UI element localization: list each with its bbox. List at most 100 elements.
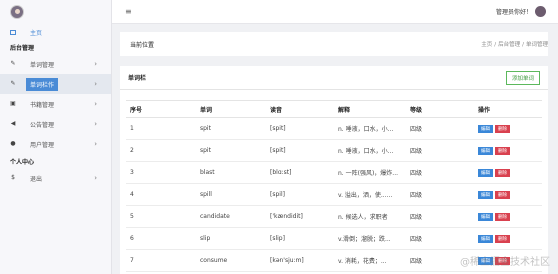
add-word-button[interactable]: 添加单词 (505, 71, 540, 85)
sidebar-item-label: 公告管理 (30, 121, 55, 129)
cell-word: candidate (196, 205, 266, 228)
edit-button[interactable]: 编辑 (478, 168, 493, 177)
book-icon: ▣ (10, 100, 16, 107)
sidebar-item-label: 单词管理 (30, 61, 55, 69)
sidebar-item-logout[interactable]: $ 退出 › (0, 168, 111, 188)
sidebar-item-book-manage[interactable]: ▣ 书籍管理 › (0, 94, 111, 114)
edit-button[interactable]: 编辑 (478, 146, 493, 155)
sidebar-item-word-manage[interactable]: ✎ 单词管理 › (0, 54, 111, 74)
edit-icon: ✎ (10, 60, 16, 67)
cell-id: 6 (126, 227, 196, 250)
breadcrumb-item[interactable]: 主页 (481, 42, 492, 48)
cell-id: 2 (126, 139, 196, 162)
breadcrumb-item[interactable]: 后台管理 (498, 42, 520, 48)
cell-word: spit (196, 139, 266, 162)
breadcrumb-item: 单词管理 (525, 42, 548, 48)
sidebar-item-word-ops[interactable]: ✎ 单词栏作 › (0, 74, 111, 94)
delete-button[interactable]: 删除 (495, 168, 510, 177)
main-content: 当前位置 主页 / 后台管理 / 单词管理 单词栏 添加单词 序号 单词 读音 解释 等… (112, 24, 558, 274)
panel-header: 单词栏 添加单词 (120, 66, 548, 90)
delete-button[interactable]: 删除 (495, 124, 510, 133)
table-row: 6 slip [slip] v.滑倒；溜脱；跌... 四级 编辑 删除 (126, 227, 542, 250)
cell-word: consume (196, 249, 266, 272)
edit-button[interactable]: 编辑 (478, 212, 493, 221)
column-header-actions: 操作 (474, 100, 542, 118)
avatar[interactable] (10, 5, 24, 19)
sidebar-item-label: 用户管理 (30, 141, 55, 149)
avatar[interactable] (535, 6, 546, 17)
cell-actions: 编辑 删除 (474, 139, 542, 162)
topbar: ≡ 管理员你好！ (112, 0, 558, 24)
cell-level: 四级 (406, 161, 474, 184)
cell-meaning: v. 溢出，洒，使...... (334, 183, 406, 206)
breadcrumb-bar: 当前位置 主页 / 后台管理 / 单词管理 (120, 32, 548, 56)
chevron-right-icon: › (94, 120, 97, 128)
user-greeting[interactable]: 管理员你好！ (496, 7, 532, 16)
watermark: @稀土掘金技术社区 (460, 257, 550, 268)
megaphone-icon: ◀ (10, 120, 16, 127)
cell-id: 4 (126, 183, 196, 206)
table-header-row: 序号 单词 读音 解释 等级 操作 (126, 100, 542, 118)
sidebar-section-admin: 后台管理 (10, 44, 35, 52)
cell-phonetic: [slip] (266, 227, 334, 250)
chevron-right-icon: › (94, 174, 97, 182)
cell-actions: 编辑 删除 (474, 117, 542, 140)
cell-id: 5 (126, 205, 196, 228)
edit-button[interactable]: 编辑 (478, 190, 493, 199)
cell-id: 1 (126, 117, 196, 140)
cell-level: 四级 (406, 117, 474, 140)
word-panel: 单词栏 添加单词 序号 单词 读音 解释 等级 操作 1 spit [spit]… (120, 66, 548, 274)
delete-button[interactable]: 删除 (495, 190, 510, 199)
cell-actions: 编辑 删除 (474, 205, 542, 228)
sidebar-item-label: 主页 (30, 29, 43, 37)
cell-meaning: n. 候选人，求职者 (334, 205, 406, 228)
cell-level: 四级 (406, 183, 474, 206)
delete-button[interactable]: 删除 (495, 212, 510, 221)
sidebar: 主页 后台管理 ✎ 单词管理 › ✎ 单词栏作 › ▣ 书籍管理 › ◀ 公告管… (0, 0, 112, 274)
cell-id: 3 (126, 161, 196, 184)
edit-button[interactable]: 编辑 (478, 234, 493, 243)
dollar-icon: $ (11, 174, 15, 181)
cell-phonetic: [spit] (266, 139, 334, 162)
panel-title: 单词栏 (128, 75, 147, 82)
user-icon: ● (10, 140, 16, 147)
cell-actions: 编辑 删除 (474, 227, 542, 250)
delete-button[interactable]: 删除 (495, 146, 510, 155)
cell-actions: 编辑 删除 (474, 161, 542, 184)
edit-button[interactable]: 编辑 (478, 124, 493, 133)
page-title: 当前位置 (130, 41, 155, 49)
cell-level: 四级 (406, 139, 474, 162)
table-row: 4 spill [spil] v. 溢出，洒，使...... 四级 编辑 删除 (126, 183, 542, 206)
table-row: 5 candidate ['kændidit] n. 候选人，求职者 四级 编辑… (126, 205, 542, 228)
sidebar-section-personal: 个人中心 (10, 158, 35, 166)
cell-level: 四级 (406, 227, 474, 250)
cell-actions: 编辑 删除 (474, 183, 542, 206)
cell-level: 四级 (406, 205, 474, 228)
hamburger-icon[interactable]: ≡ (125, 7, 132, 16)
cell-phonetic: [spit] (266, 117, 334, 140)
table-row: 3 blast [blɑ:st] n. 一阵(强风)，爆炸... 四级 编辑 删除 (126, 161, 542, 184)
column-header-meaning: 解释 (334, 100, 406, 118)
cell-meaning: n. 唾液，口水，小... (334, 139, 406, 162)
cell-word: spit (196, 117, 266, 140)
chevron-right-icon: › (94, 140, 97, 148)
cell-phonetic: [blɑ:st] (266, 161, 334, 184)
chevron-right-icon: › (94, 100, 97, 108)
cell-word: blast (196, 161, 266, 184)
sidebar-item-home[interactable]: 主页 (0, 24, 111, 40)
sidebar-item-label: 单词栏作 (26, 77, 59, 91)
cell-meaning: v.滑倒；溜脱；跌... (334, 227, 406, 250)
cell-meaning: n. 唾液，口水，小... (334, 117, 406, 140)
cell-meaning: n. 一阵(强风)，爆炸... (334, 161, 406, 184)
cell-word: slip (196, 227, 266, 250)
cell-phonetic: [spil] (266, 183, 334, 206)
sidebar-item-label: 书籍管理 (30, 101, 55, 109)
table-row: 1 spit [spit] n. 唾液，口水，小... 四级 编辑 删除 (126, 117, 542, 140)
column-header-level: 等级 (406, 100, 474, 118)
sidebar-item-notice-manage[interactable]: ◀ 公告管理 › (0, 114, 111, 134)
breadcrumb: 主页 / 后台管理 / 单词管理 (481, 42, 548, 48)
sidebar-item-user-manage[interactable]: ● 用户管理 › (0, 134, 111, 154)
word-table: 序号 单词 读音 解释 等级 操作 1 spit [spit] n. 唾液，口水… (126, 100, 542, 272)
delete-button[interactable]: 删除 (495, 234, 510, 243)
cell-phonetic: [kən'sju:m] (266, 249, 334, 272)
